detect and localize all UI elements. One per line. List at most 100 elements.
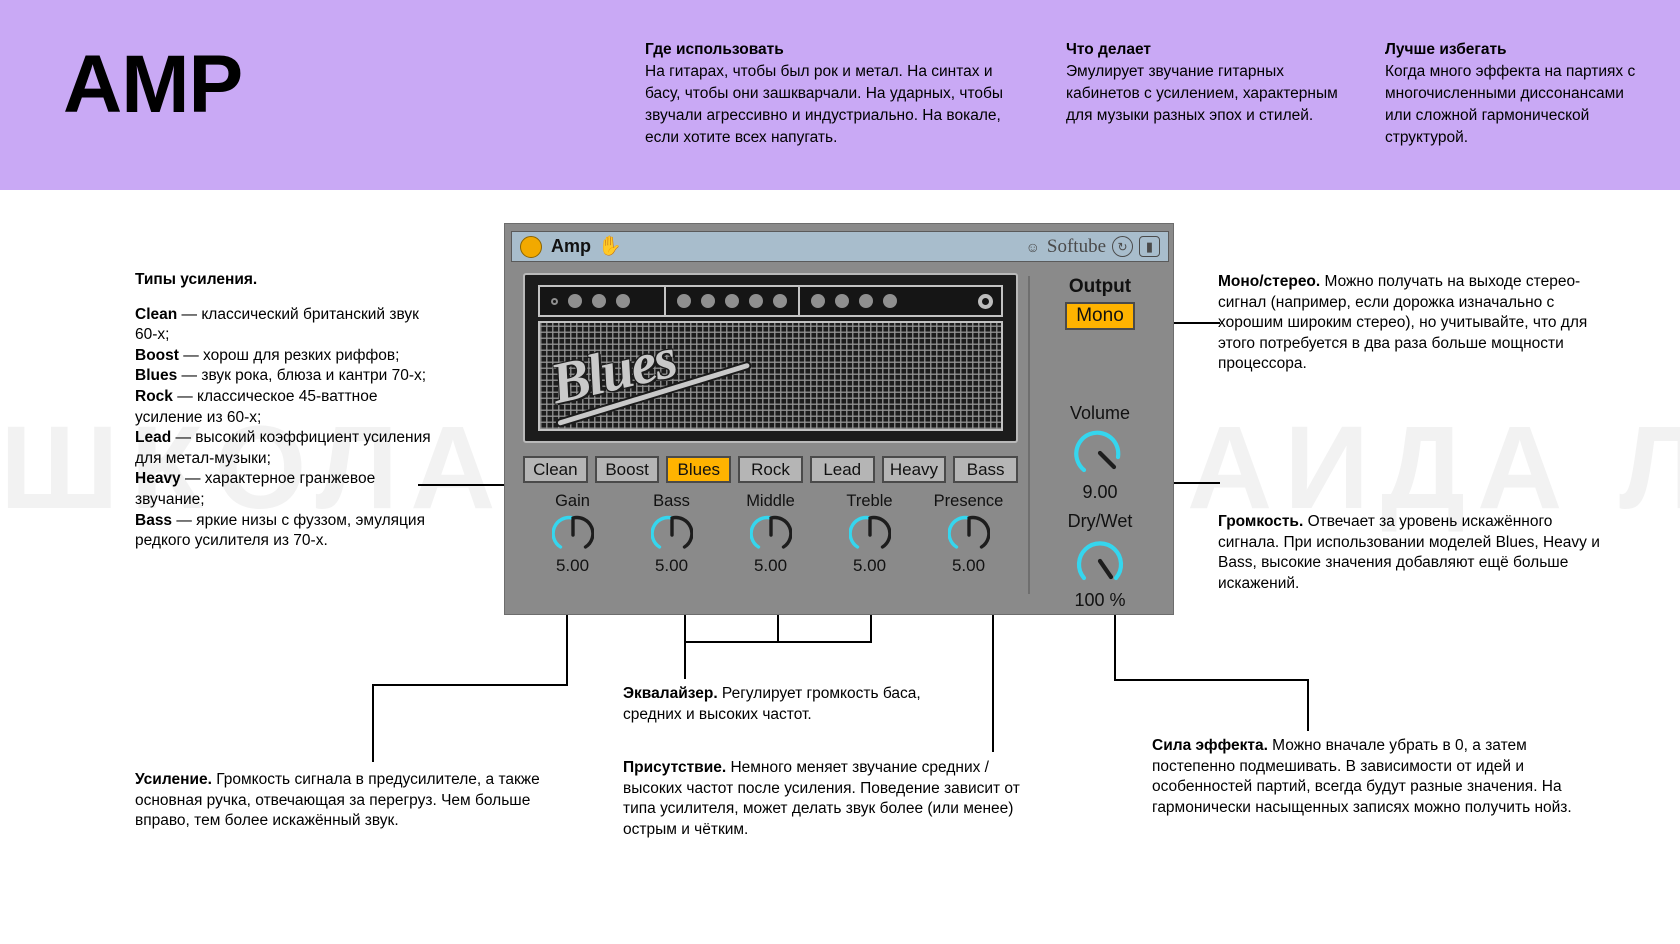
- knob-dial-presence[interactable]: [947, 513, 990, 555]
- cabinet-knob-icon: [568, 294, 582, 308]
- cabinet-knob-group-1: [540, 287, 664, 315]
- output-section: Output Mono Volume 9.00 Dry/Wet 100 %: [1040, 276, 1160, 611]
- type-name-blues: Blues: [135, 367, 178, 385]
- callout-mono-stereo: Моно/стерео. Можно получать на выходе ст…: [1218, 272, 1608, 375]
- drywet-value: 100 %: [1074, 590, 1126, 610]
- cabinet-control-panel: [538, 285, 1003, 317]
- connector-eq-h: [684, 641, 872, 643]
- output-divider: [1028, 276, 1030, 594]
- knob-label: Gain: [555, 492, 590, 510]
- preset-button-lead[interactable]: Lead: [809, 456, 875, 483]
- save-icon[interactable]: ▮: [1139, 236, 1160, 257]
- cabinet-knob-icon: [773, 294, 788, 308]
- connector-force-h: [1114, 679, 1308, 681]
- cabinet-knob-icon: [701, 294, 716, 308]
- header-column-body: Эмулирует звучание гитарных кабинетов с …: [1066, 63, 1338, 124]
- callout-title: Эквалайзер.: [623, 685, 718, 702]
- knob-dial-drywet[interactable]: [1073, 534, 1127, 588]
- knob-label: Treble: [846, 492, 893, 510]
- header-column-body: На гитарах, чтобы был рок и метал. На си…: [645, 63, 1004, 146]
- type-text-clean: — классический британский звук 60-х;: [135, 305, 419, 344]
- cabinet-knob-icon: [835, 294, 850, 308]
- header-column-title: Лучше избегать: [1385, 41, 1507, 58]
- knob-label: Middle: [746, 492, 795, 510]
- callout-gain: Усиление. Громкость сигнала в предусилит…: [135, 770, 565, 832]
- header-column-title: Где использовать: [645, 41, 784, 58]
- cabinet-knob-icon: [811, 294, 826, 308]
- preset-button-blues[interactable]: Blues: [666, 456, 732, 483]
- cabinet-grille: Blues: [538, 321, 1003, 431]
- type-text-lead: — высокий коэффициент усиления для метал…: [135, 429, 431, 467]
- cabinet-knob-icon: [616, 294, 630, 308]
- callout-title: Громкость.: [1218, 513, 1304, 530]
- cabinet-knob-icon: [749, 294, 764, 308]
- type-name-bass: Bass: [135, 511, 173, 529]
- callout-title: Моно/стерео.: [1218, 273, 1321, 290]
- connector-force-v2: [1307, 679, 1309, 731]
- knob-label: Bass: [653, 492, 690, 510]
- knob-value: 5.00: [852, 556, 887, 575]
- refresh-icon[interactable]: ↻: [1112, 236, 1133, 257]
- callout-title: Типы усиления.: [135, 271, 258, 288]
- amp-model-selector: Clean Boost Blues Rock Lead Heavy Bass: [523, 456, 1019, 483]
- hand-icon[interactable]: ✋: [598, 237, 622, 256]
- type-text-bass: — яркие низы с фуззом, эмуляция редкого …: [135, 511, 425, 550]
- type-text-boost: — хорош для резких риффов;: [178, 346, 400, 364]
- amp-cabinet-graphic: Blues: [523, 273, 1018, 443]
- knob-dial-volume[interactable]: [1073, 426, 1127, 480]
- plugin-name: Amp: [551, 236, 591, 256]
- cabinet-knob-icon: [677, 294, 692, 308]
- knob-gain: Gain 5.00: [523, 492, 622, 576]
- plugin-titlebar: Amp ✋ ☺ Softube ↻ ▮: [511, 231, 1169, 262]
- power-dot-icon[interactable]: [520, 235, 542, 258]
- output-mono-button[interactable]: Mono: [1065, 302, 1135, 330]
- knob-presence: Presence 5.00: [919, 492, 1018, 576]
- cabinet-knob-group-3: [798, 287, 1001, 315]
- cabinet-knob-group-2: [664, 287, 798, 315]
- knob-value: 5.00: [654, 556, 689, 575]
- knob-value: 5.00: [753, 556, 788, 575]
- cabinet-knob-icon: [883, 294, 898, 308]
- cabinet-knob-icon: [592, 294, 606, 308]
- knob-dial-bass[interactable]: [650, 513, 693, 555]
- connector-eq-bass: [684, 612, 686, 642]
- callout-effect-amount: Сила эффекта. Можно вначале убрать в 0, …: [1152, 736, 1572, 818]
- infographic-root: AMP Где использовать На гитарах, чтобы б…: [0, 0, 1680, 944]
- preset-button-clean[interactable]: Clean: [523, 456, 588, 483]
- cabinet-jack-icon: [978, 293, 993, 309]
- connector-eq-v: [684, 641, 686, 679]
- amp-knob-row: Gain 5.00 Bass 5.00 Middle 5.00 Treble 5…: [523, 492, 1018, 576]
- preset-button-boost[interactable]: Boost: [594, 456, 660, 483]
- preset-button-bass[interactable]: Bass: [953, 456, 1019, 483]
- page-title: AMP: [63, 39, 243, 130]
- connector-eq-middle: [777, 612, 779, 642]
- volume-value: 9.00: [1082, 482, 1118, 502]
- type-name-heavy: Heavy: [135, 470, 181, 488]
- knob-dial-middle[interactable]: [749, 513, 792, 555]
- connector-gain-h: [372, 684, 568, 686]
- brand-label: Softube: [1046, 235, 1106, 257]
- callout-title: Сила эффекта.: [1152, 737, 1268, 754]
- callout-title: Присутствие.: [623, 759, 727, 776]
- connector-gain-v1: [566, 612, 568, 686]
- callout-title: Усиление.: [135, 771, 212, 788]
- amp-plugin-window: Amp ✋ ☺ Softube ↻ ▮ Blues Clean Boost Bl…: [504, 223, 1174, 615]
- knob-dial-gain[interactable]: [551, 513, 594, 555]
- cabinet-knob-icon: [725, 294, 740, 308]
- cabinet-indicator-icon: [551, 297, 558, 305]
- connector-eq-treble: [870, 612, 872, 642]
- knob-value: 5.00: [951, 556, 986, 575]
- callout-presence: Присутствие. Немного меняет звучание сре…: [623, 758, 1023, 840]
- type-name-boost: Boost: [135, 346, 179, 364]
- preset-button-heavy[interactable]: Heavy: [881, 456, 947, 483]
- knob-dial-treble[interactable]: [848, 513, 891, 555]
- callout-equalizer: Эквалайзер. Регулирует громкость баса, с…: [623, 684, 953, 725]
- drywet-label: Dry/Wet: [1067, 511, 1133, 531]
- smile-icon: ☺: [1025, 238, 1040, 255]
- knob-treble: Treble 5.00: [820, 492, 919, 576]
- header-column-body: Когда много эффекта на партиях с многочи…: [1385, 63, 1636, 146]
- knob-middle: Middle 5.00: [721, 492, 820, 576]
- type-text-blues: — звук рока, блюза и кантри 70-х;: [177, 367, 427, 385]
- header-column-title: Что делает: [1066, 41, 1151, 58]
- preset-button-rock[interactable]: Rock: [738, 456, 803, 483]
